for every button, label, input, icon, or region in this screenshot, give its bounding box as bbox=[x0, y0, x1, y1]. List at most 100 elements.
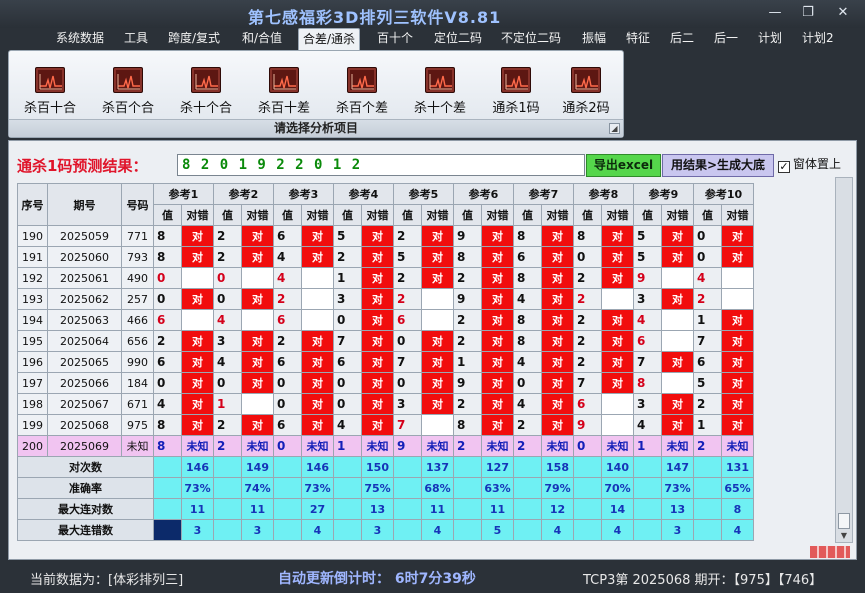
vertical-scrollbar[interactable]: ▼ bbox=[835, 177, 853, 543]
ribbon-button-label: 杀十个差 bbox=[413, 101, 466, 116]
menu-amplitude[interactable]: 振幅 bbox=[578, 28, 610, 50]
stats-value: 73% bbox=[661, 477, 694, 499]
stats-value: 79% bbox=[541, 477, 574, 499]
col-value: 值 bbox=[213, 204, 242, 226]
menu-last-one[interactable]: 后一 bbox=[710, 28, 742, 50]
ref-result-cell bbox=[721, 267, 754, 289]
kill-hundreds-ones-sum-button[interactable]: 杀百个合 bbox=[91, 67, 165, 116]
pending-row[interactable]: 200 2025069 未知 8 未知 2 未知 0 未知 1 未知 9 未知 2 未知 2 未知 0 未知 1 未知 2… bbox=[17, 435, 754, 457]
menu-hundreds-tens-ones[interactable]: 百十个 bbox=[373, 28, 417, 50]
col-ref-8[interactable]: 参考8 bbox=[573, 183, 634, 205]
menu-plan-2[interactable]: 计划2 bbox=[798, 28, 838, 50]
stats-value: 140 bbox=[601, 456, 634, 478]
row-period: 2025064 bbox=[47, 330, 122, 352]
restore-icon[interactable]: ❐ bbox=[795, 2, 821, 24]
col-ref-9[interactable]: 参考9 bbox=[633, 183, 694, 205]
stats-spacer bbox=[633, 519, 662, 541]
topmost-label: 窗体置上 bbox=[793, 157, 842, 171]
menu-positioned-two[interactable]: 定位二码 bbox=[430, 28, 486, 50]
table-row[interactable]: 193 2025062 257 0 对 0 对 2 3 对 2 9 对 4 对 2 3 对 2 bbox=[17, 288, 754, 310]
stats-label: 最大连对数 bbox=[17, 498, 154, 520]
ref-result-cell: 对 bbox=[421, 267, 454, 289]
menu-unpositioned-two[interactable]: 不定位二码 bbox=[497, 28, 565, 50]
menu-features[interactable]: 特征 bbox=[622, 28, 654, 50]
scrollbar-thumb[interactable] bbox=[838, 513, 850, 529]
col-value: 值 bbox=[693, 204, 722, 226]
ref-value-cell: 7 bbox=[393, 414, 422, 436]
kill-tens-ones-diff-button[interactable]: 杀十个差 bbox=[403, 67, 477, 116]
menu-system-data[interactable]: 系统数据 bbox=[52, 28, 108, 50]
ref-value-cell: 5 bbox=[633, 246, 662, 268]
ref-value-cell: 2 bbox=[513, 414, 542, 436]
menu-plan[interactable]: 计划 bbox=[754, 28, 786, 50]
col-ref-2[interactable]: 参考2 bbox=[213, 183, 274, 205]
generate-base-button[interactable]: 用结果>生成大底 bbox=[662, 154, 774, 177]
ref-value-cell: 2 bbox=[693, 288, 722, 310]
table-row[interactable]: 195 2025064 656 2 对 3 对 2 对 7 对 0 对 2 对 8 对 2 对 6 7 对 bbox=[17, 330, 754, 352]
col-period: 期号 bbox=[47, 183, 122, 226]
scroll-down-icon[interactable]: ▼ bbox=[838, 531, 850, 541]
table-row[interactable]: 196 2025065 990 6 对 4 对 6 对 6 对 7 对 1 对 4 对 2 对 7 对 6 对 bbox=[17, 351, 754, 373]
menu-bar: 系统数据 工具 跨度/复式 和/合值 合差/通杀 百十个 定位二码 不定位二码 … bbox=[0, 28, 865, 50]
stats-value: 3 bbox=[661, 519, 694, 541]
minimize-icon[interactable]: — bbox=[762, 2, 788, 24]
ribbon-button-label: 杀百个合 bbox=[101, 101, 154, 116]
ref-result-cell bbox=[421, 309, 454, 331]
col-ref-3[interactable]: 参考3 bbox=[273, 183, 334, 205]
row-code: 257 bbox=[121, 288, 154, 310]
close-icon[interactable]: ✕ bbox=[830, 2, 856, 24]
ref-value-cell: 4 bbox=[513, 288, 542, 310]
ref-value-cell: 2 bbox=[213, 414, 242, 436]
col-seq: 序号 bbox=[17, 183, 48, 226]
stats-spacer bbox=[693, 477, 722, 499]
kill-hundreds-ones-diff-button[interactable]: 杀百个差 bbox=[325, 67, 399, 116]
menu-sum-diff-kill[interactable]: 合差/通杀 bbox=[298, 28, 361, 50]
table-row[interactable]: 191 2025060 793 8 对 2 对 4 对 2 对 5 对 8 对 6 对 0 对 5 对 0 对 bbox=[17, 246, 754, 268]
menu-last-two[interactable]: 后二 bbox=[666, 28, 698, 50]
menu-sum-value[interactable]: 和/合值 bbox=[238, 28, 286, 50]
col-ref-4[interactable]: 参考4 bbox=[333, 183, 394, 205]
col-value: 值 bbox=[453, 204, 482, 226]
ribbon-expand-icon[interactable]: ◢ bbox=[609, 123, 620, 134]
col-ref-5[interactable]: 参考5 bbox=[393, 183, 454, 205]
col-ref-6[interactable]: 参考6 bbox=[453, 183, 514, 205]
kill-one-code-button[interactable]: 通杀1码 bbox=[479, 67, 553, 116]
ref-result-cell bbox=[181, 309, 214, 331]
ref-value-cell: 8 bbox=[513, 267, 542, 289]
col-ref-1[interactable]: 参考1 bbox=[153, 183, 214, 205]
table-row[interactable]: 197 2025066 184 0 对 0 对 0 对 0 对 0 对 9 对 0 对 7 对 8 5 对 bbox=[17, 372, 754, 394]
stats-spacer bbox=[633, 456, 662, 478]
ref-value-cell: 8 bbox=[513, 330, 542, 352]
table-row[interactable]: 194 2025063 466 6 4 6 0 对 6 2 对 8 对 2 对 4 1 对 bbox=[17, 309, 754, 331]
stats-spacer bbox=[333, 477, 362, 499]
menu-tools[interactable]: 工具 bbox=[120, 28, 152, 50]
ref-result-cell: 对 bbox=[421, 393, 454, 415]
table-row[interactable]: 190 2025059 771 8 对 2 对 6 对 5 对 2 对 9 对 8 对 8 对 5 对 0 对 bbox=[17, 225, 754, 247]
ref-value-cell: 0 bbox=[213, 267, 242, 289]
col-ref-7[interactable]: 参考7 bbox=[513, 183, 574, 205]
table-row[interactable]: 199 2025068 975 8 对 2 对 6 对 4 对 7 8 对 2 对 9 4 对 1 对 bbox=[17, 414, 754, 436]
ref-result-cell: 对 bbox=[721, 351, 754, 373]
col-ref-10[interactable]: 参考10 bbox=[693, 183, 754, 205]
ref-result-cell: 对 bbox=[421, 225, 454, 247]
resize-grip-icon[interactable] bbox=[810, 546, 850, 558]
prediction-grid: 序号 期号 号码 参考1 参考2 参考3 参考4 参考5 参考6 参考7 参考8 参考9 参考10 值对错… bbox=[17, 183, 754, 541]
window-topmost-checkbox[interactable]: ✓ 窗体置上 bbox=[778, 155, 841, 173]
export-excel-button[interactable]: 导出excel bbox=[586, 154, 661, 177]
kill-hundreds-tens-diff-button[interactable]: 杀百十差 bbox=[247, 67, 321, 116]
kill-two-code-button[interactable]: 通杀2码 bbox=[549, 67, 623, 116]
prediction-field[interactable]: 8 2 0 1 9 2 2 0 1 2 bbox=[177, 154, 585, 176]
kill-hundreds-tens-sum-button[interactable]: 杀百十合 bbox=[13, 67, 87, 116]
ref-result-cell: 对 bbox=[241, 372, 274, 394]
ref-value-cell: 0 bbox=[213, 288, 242, 310]
table-row[interactable]: 198 2025067 671 4 对 1 0 对 0 对 3 对 2 对 4 对 6 3 对 2 对 bbox=[17, 393, 754, 415]
ref-value-cell: 1 bbox=[213, 393, 242, 415]
stats-spacer bbox=[453, 519, 482, 541]
kill-tens-ones-sum-button[interactable]: 杀十个合 bbox=[169, 67, 243, 116]
stats-row: 对次数 146 149 146 150 137 127 158 140 147 131 bbox=[17, 456, 754, 478]
menu-span-compound[interactable]: 跨度/复式 bbox=[164, 28, 224, 50]
col-result: 对错 bbox=[181, 204, 214, 226]
ref-result-cell: 未知 bbox=[481, 435, 514, 457]
row-seq: 198 bbox=[17, 393, 48, 415]
table-row[interactable]: 192 2025061 490 0 0 4 1 对 2 对 2 对 8 对 2 对 9 4 bbox=[17, 267, 754, 289]
